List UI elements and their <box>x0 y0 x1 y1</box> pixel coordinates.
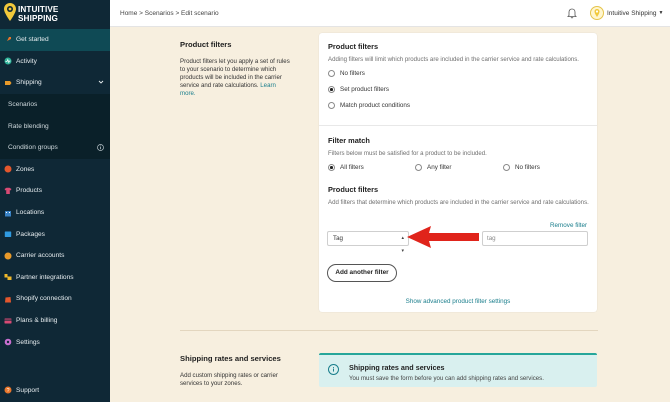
chevron-down-icon: ▼ <box>658 10 664 16</box>
sidebar-item-condition-groups[interactable]: Condition groups <box>0 136 110 159</box>
brand-name: INTUITIVE SHIPPING <box>18 5 59 23</box>
filter-match-hint: Filters below must be satisfied for a pr… <box>328 150 487 157</box>
shirt-icon <box>4 187 12 194</box>
sidebar: INTUITIVE SHIPPING Get started Activity … <box>0 0 110 402</box>
radio-any-filter[interactable]: Any filter <box>415 164 452 171</box>
bell-icon[interactable] <box>566 7 578 19</box>
filter-match-title: Filter match <box>328 136 370 145</box>
product-filters-card: Product filters Adding filters will limi… <box>319 33 597 312</box>
sidebar-item-zones[interactable]: Zones <box>0 159 110 181</box>
card-title: Product filters <box>328 42 379 51</box>
chevron-down-icon <box>98 80 104 84</box>
building-icon <box>5 210 11 217</box>
sidebar-nav: Get started Activity Shipping Scenarios … <box>0 29 110 353</box>
globe-icon <box>4 165 12 173</box>
package-icon <box>4 231 12 238</box>
shipping-rates-info-banner: Shipping rates and services You must sav… <box>319 353 597 387</box>
shipping-rates-section-description: Add custom shipping rates or carrier ser… <box>180 372 278 387</box>
divider <box>319 125 597 126</box>
sidebar-item-products[interactable]: Products <box>0 180 110 202</box>
radio-match-no-filters[interactable]: No filters <box>503 164 540 171</box>
select-arrows-icon: ▴ ▾ <box>401 235 404 254</box>
sidebar-item-settings[interactable]: Settings <box>0 331 110 353</box>
product-filters-section-title: Product filters <box>180 40 232 49</box>
radio-set-product-filters[interactable]: Set product filters <box>328 86 389 93</box>
product-filters-hint: Add filters that determine which product… <box>328 199 589 206</box>
sidebar-item-packages[interactable]: Packages <box>0 223 110 245</box>
sidebar-item-locations[interactable]: Locations <box>0 202 110 224</box>
filter-field-select[interactable]: Tag ▴ ▾ <box>327 231 409 254</box>
sidebar-item-rate-blending[interactable]: Rate blending <box>0 115 110 137</box>
sidebar-item-partner-integrations[interactable]: Partner integrations <box>0 267 110 289</box>
info-icon <box>328 364 339 375</box>
remove-filter-link[interactable]: Remove filter <box>550 222 587 229</box>
advanced-filter-settings-link[interactable]: Show advanced product filter settings <box>319 298 597 305</box>
radio-no-filters[interactable]: No filters <box>328 70 365 77</box>
sidebar-item-shipping[interactable]: Shipping <box>0 72 110 94</box>
sidebar-item-activity[interactable]: Activity <box>0 51 110 73</box>
rocket-icon <box>5 36 11 43</box>
shipping-rates-section-title: Shipping rates and services <box>180 354 281 363</box>
product-filters-subtitle: Product filters <box>328 185 379 194</box>
app-logo[interactable]: INTUITIVE SHIPPING <box>4 3 108 25</box>
sidebar-item-shopify-connection[interactable]: Shopify connection <box>0 288 110 310</box>
banner-description: You must save the form before you can ad… <box>349 375 544 382</box>
location-pin-icon <box>4 3 16 21</box>
sidebar-item-scenarios[interactable]: Scenarios <box>0 93 110 116</box>
filter-value-input[interactable]: tag <box>482 231 588 246</box>
info-icon[interactable] <box>97 144 104 151</box>
section-divider <box>180 330 598 331</box>
topbar: Home > Scenarios > Edit scenario Intuiti… <box>110 0 670 27</box>
breadcrumb[interactable]: Home > Scenarios > Edit scenario <box>120 10 219 17</box>
sidebar-item-get-started[interactable]: Get started <box>0 29 110 51</box>
help-icon: ? <box>4 386 12 394</box>
truck-icon <box>4 252 12 260</box>
account-menu[interactable]: Intuitive Shipping ▼ <box>590 5 663 21</box>
shopify-icon <box>5 296 11 303</box>
card-icon <box>4 318 12 324</box>
product-filters-section-description: Product filters let you apply a set of r… <box>180 58 290 97</box>
add-another-filter-button[interactable]: Add another filter <box>327 264 397 282</box>
sidebar-item-carrier-accounts[interactable]: Carrier accounts <box>0 245 110 267</box>
sidebar-item-support[interactable]: ? Support <box>0 381 110 399</box>
shipping-icon <box>5 80 12 85</box>
svg-text:?: ? <box>6 388 9 394</box>
radio-all-filters[interactable]: All filters <box>328 164 364 171</box>
account-name: Intuitive Shipping <box>607 9 657 17</box>
card-hint: Adding filters will limit which products… <box>328 56 579 63</box>
gear-icon <box>4 338 12 346</box>
activity-icon <box>4 57 12 65</box>
radio-match-product-conditions[interactable]: Match product conditions <box>328 102 410 109</box>
sidebar-item-plans-billing[interactable]: Plans & billing <box>0 310 110 332</box>
puzzle-icon <box>4 274 12 281</box>
avatar <box>590 6 604 20</box>
location-pin-icon <box>594 9 600 17</box>
red-arrow-annotation <box>407 226 479 248</box>
banner-title: Shipping rates and services <box>349 363 445 372</box>
